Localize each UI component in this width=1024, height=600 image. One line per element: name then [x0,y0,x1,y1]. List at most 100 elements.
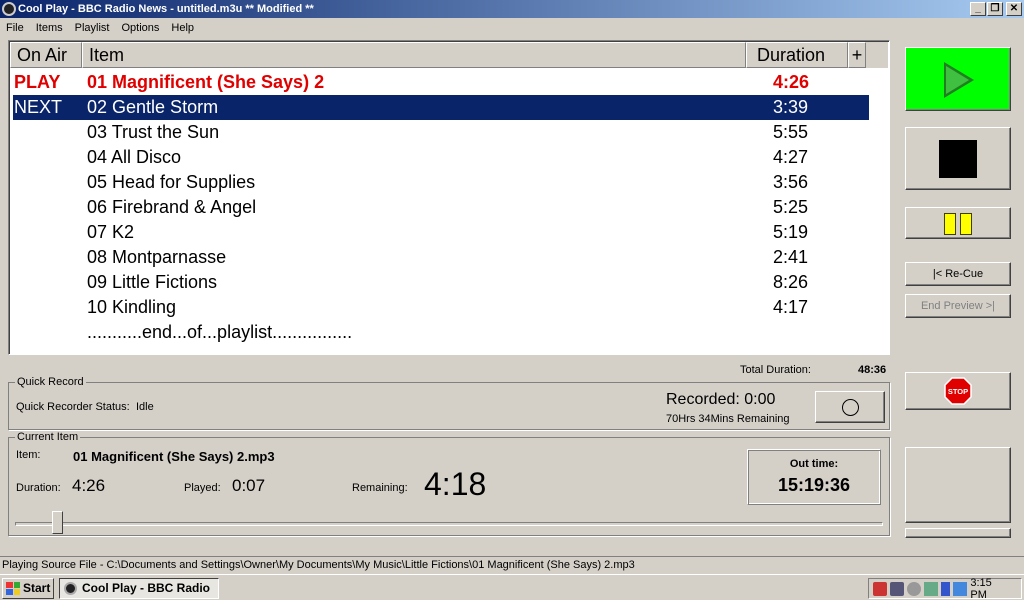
speaker-icon[interactable] [873,581,887,596]
app-icon [2,2,16,16]
system-tray: 3:15 PM [868,576,1022,600]
remaining-value: 4:18 [424,466,487,502]
app-icon [64,582,77,595]
windows-logo-icon [6,582,20,595]
row-item: 01 Magnificent (She Says) 2 [87,72,325,92]
item-value: 01 Magnificent (She Says) 2.mp3 [73,449,275,464]
header-duration[interactable]: Duration [746,42,848,68]
playlist-end-row: ...........end...of...playlist..........… [10,320,888,345]
menu-file[interactable]: File [0,19,30,37]
menu-playlist[interactable]: Playlist [69,19,116,37]
pause-button[interactable] [905,207,1011,239]
position-slider-thumb[interactable] [52,511,64,534]
row-duration: 4:17 [773,297,809,317]
playlist-row[interactable]: 05 Head for Supplies 3:56 [10,170,888,195]
stop-icon [939,140,977,178]
stop-button[interactable] [905,127,1011,190]
total-duration-label: Total Duration: [740,364,811,376]
playlist-row[interactable]: 07 K2 5:19 [10,220,888,245]
row-duration: 4:27 [773,147,809,167]
playlist-row[interactable]: 03 Trust the Sun 5:55 [10,120,888,145]
row-duration: 4:26 [773,72,810,92]
row-duration: 5:19 [773,222,809,242]
current-item-legend: Current Item [15,431,81,443]
disc-icon[interactable] [906,581,921,596]
played-label: Played: [184,482,221,494]
blank-button-small[interactable] [905,528,1011,538]
add-column-button[interactable]: + [848,42,866,68]
row-item: 08 Montparnasse [87,247,227,267]
record-button[interactable] [815,391,885,423]
playlist-row[interactable]: PLAY 01 Magnificent (She Says) 2 4:26 [10,70,888,95]
play-icon-inner [946,66,969,94]
row-item: 05 Head for Supplies [87,172,256,192]
battery-icon[interactable] [940,581,951,596]
clock: 3:15 PM [970,576,992,600]
row-duration: 5:25 [773,197,809,217]
recue-button[interactable]: |< Re-Cue [905,262,1011,286]
playlist-rows: PLAY 01 Magnificent (She Says) 2 4:26 NEXT… [10,70,888,345]
menu-options[interactable]: Options [115,19,165,37]
pause-icon-right-bar [960,213,972,235]
monitor-icon[interactable] [953,581,968,596]
menu-items[interactable]: Items [30,19,69,37]
playlist-row[interactable]: 04 All Disco 4:27 [10,145,888,170]
tray-app-icon[interactable] [923,581,938,596]
row-duration: 2:41 [773,247,809,267]
out-time-label: Out time: [789,458,839,470]
remaining-label: Remaining: [352,482,408,494]
menu-help[interactable]: Help [165,19,200,37]
out-time-box: Out time: 15:19:36 [747,449,881,505]
playlist-row[interactable]: 08 Montparnasse 2:41 [10,245,888,270]
taskbar-item-label: Cool Play - BBC Radio ... [82,581,211,595]
play-button[interactable] [905,47,1011,111]
blank-button[interactable] [905,447,1011,523]
record-icon [842,399,859,416]
recorded-value: Recorded: 0:00 [666,391,776,408]
row-item: 09 Little Fictions [87,272,218,292]
total-duration-value: 48:36 [858,364,887,376]
taskbar-item-cool-play[interactable]: Cool Play - BBC Radio ... [59,578,219,599]
row-on-air: NEXT [14,97,63,117]
menu-bar: File Items Playlist Options Help [0,19,200,37]
out-time-value: 15:19:36 [777,475,851,495]
start-button[interactable]: Start [2,578,54,599]
close-button[interactable]: ✕ [1006,2,1022,16]
taskbar: Start Cool Play - BBC Radio ... 3:15 PM [0,574,1024,600]
emergency-stop-button[interactable]: STOP [905,372,1011,410]
row-item: 02 Gentle Storm [87,97,219,117]
quick-recorder-status-value: Idle [136,401,154,413]
window-buttons: _ ❐ ✕ [970,2,1022,16]
stop-sign-icon: STOP [944,377,972,405]
playlist-header: On Air Item Duration + [10,42,888,68]
playlist-row[interactable]: NEXT 02 Gentle Storm 3:39 [13,95,869,120]
title-bar: Cool Play - BBC Radio News - untitled.m3… [0,0,1024,18]
row-item: 03 Trust the Sun [87,122,220,142]
item-label: Item: [16,449,41,461]
playlist-row[interactable]: 09 Little Fictions 8:26 [10,270,888,295]
row-on-air: PLAY [14,72,61,92]
record-remaining: 70Hrs 34Mins Remaining [666,413,790,425]
row-duration: 3:39 [773,97,809,117]
playlist-row[interactable]: 10 Kindling 4:17 [10,295,888,320]
current-item-group: Current Item Item: 01 Magnificent (She S… [8,431,890,536]
minimize-button[interactable]: _ [970,2,986,16]
position-slider-track[interactable] [15,522,883,526]
playlist-row[interactable]: 06 Firebrand & Angel 5:25 [10,195,888,220]
stop-sign-text: STOP [948,387,968,396]
duration-value: 4:26 [72,476,106,495]
network-icon[interactable] [889,581,904,596]
playlist[interactable]: On Air Item Duration + PLAY 01 Magnificen… [8,40,890,355]
row-item: 07 K2 [87,222,135,242]
window-title: Cool Play - BBC Radio News - untitled.m3… [18,3,314,15]
pause-icon-left-bar [944,213,956,235]
quick-record-group: Quick Record Quick Recorder Status: Idle… [8,376,890,430]
played-value: 0:07 [232,476,266,495]
row-duration: 5:55 [773,122,809,142]
restore-button[interactable]: ❐ [987,2,1003,16]
row-item: ...........end...of...playlist..........… [87,322,353,342]
end-preview-button[interactable]: End Preview >| [905,294,1011,318]
duration-label: Duration: [16,482,61,494]
header-item[interactable]: Item [82,42,746,68]
header-on-air[interactable]: On Air [10,42,82,68]
